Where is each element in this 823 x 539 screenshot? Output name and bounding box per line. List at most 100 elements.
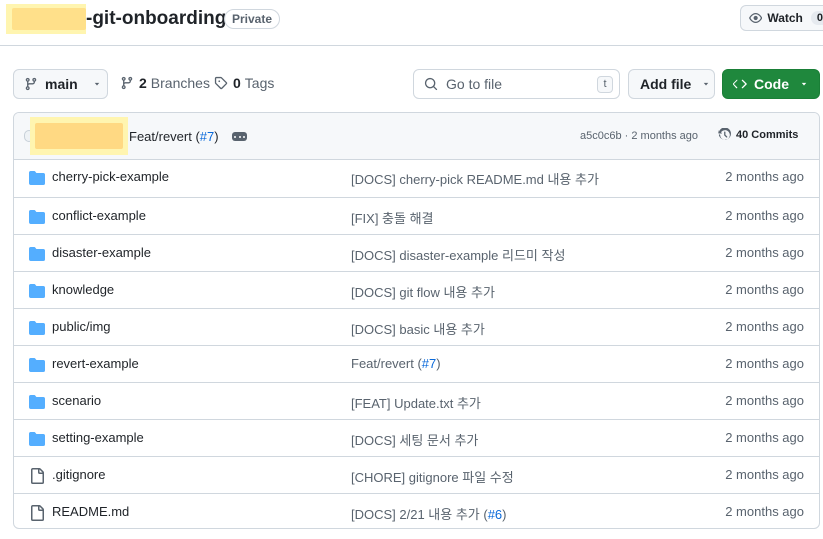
commit-message-text: [DOCS] 세팅 문서 추가 <box>351 433 479 448</box>
redacted-owner-name <box>6 4 86 34</box>
tags-label: Tags <box>244 75 275 91</box>
file-commit-date: 2 months ago <box>725 319 804 334</box>
file-icon <box>29 468 45 487</box>
file-commit-message[interactable]: [DOCS] disaster-example 리드미 작성 <box>351 245 565 264</box>
folder-icon <box>29 431 45 450</box>
file-commit-message[interactable]: [DOCS] git flow 내용 추가 <box>351 282 495 301</box>
file-commit-message[interactable]: [FIX] 충돌 해결 <box>351 208 434 227</box>
file-name-link[interactable]: setting-example <box>52 430 144 445</box>
table-row[interactable]: cherry-pick-example [DOCS] cherry-pick RE… <box>14 159 819 196</box>
file-name-link[interactable]: revert-example <box>52 356 139 371</box>
expand-commit-ellipsis-icon[interactable] <box>232 132 247 141</box>
table-row[interactable]: public/img [DOCS] basic 내용 추가 2 months ago <box>14 308 819 345</box>
redacted-author-name <box>30 117 128 155</box>
table-row[interactable]: revert-example Feat/revert (#7) 2 months a… <box>14 345 819 382</box>
file-commit-message[interactable]: [DOCS] basic 내용 추가 <box>351 319 485 338</box>
file-name-link[interactable]: conflict-example <box>52 208 146 223</box>
go-to-file-placeholder: Go to file <box>446 76 503 92</box>
table-row[interactable]: setting-example [DOCS] 세팅 문서 추가 2 months a… <box>14 419 819 456</box>
branches-label: Branches <box>150 75 210 91</box>
tag-icon <box>214 76 228 90</box>
commit-message-text: [DOCS] git flow 내용 추가 <box>351 285 495 300</box>
file-commit-message[interactable]: [DOCS] cherry-pick README.md 내용 추가 <box>351 169 599 188</box>
file-commit-message[interactable]: [DOCS] 세팅 문서 추가 <box>351 430 478 449</box>
latest-commit-bar: Feat/revert (#7) a5c0c6b · 2 months ago … <box>14 113 819 160</box>
folder-icon <box>29 170 45 189</box>
file-name-link[interactable]: .gitignore <box>52 467 105 482</box>
code-button[interactable]: Code <box>722 69 820 99</box>
watch-count: 0 <box>810 11 823 25</box>
file-name-link[interactable]: README.md <box>52 504 129 519</box>
go-to-file-input[interactable]: Go to file t <box>413 69 620 99</box>
file-commit-date: 2 months ago <box>725 208 804 223</box>
repo-header: -git-onboarding Private Watch 0 <box>0 0 823 46</box>
commit-message-text: [DOCS] basic 내용 추가 <box>351 322 485 337</box>
folder-icon <box>29 283 45 302</box>
commit-message-close: ) <box>214 129 219 144</box>
history-icon <box>718 128 731 140</box>
branch-select-button[interactable]: main <box>13 69 108 99</box>
file-table: Feat/revert (#7) a5c0c6b · 2 months ago … <box>13 112 820 529</box>
caret-down-icon <box>701 76 711 92</box>
commit-pr-link[interactable]: #7 <box>200 129 214 144</box>
file-name-link[interactable]: public/img <box>52 319 111 334</box>
branch-name: main <box>45 76 78 92</box>
caret-down-icon <box>799 76 809 92</box>
commits-count: 40 Commits <box>736 129 799 141</box>
file-commit-date: 2 months ago <box>725 245 804 260</box>
branches-count: 2 <box>139 75 147 91</box>
table-row[interactable]: knowledge [DOCS] git flow 내용 추가 2 months a… <box>14 271 819 308</box>
file-commit-date: 2 months ago <box>725 169 804 184</box>
file-commit-message[interactable]: [FEAT] Update.txt 추가 <box>351 393 481 412</box>
folder-icon <box>29 209 45 228</box>
file-name-link[interactable]: knowledge <box>52 282 114 297</box>
folder-icon <box>29 246 45 265</box>
commit-message-text: [DOCS] disaster-example 리드미 작성 <box>351 248 566 263</box>
file-commit-date: 2 months ago <box>725 430 804 445</box>
file-commit-date: 2 months ago <box>725 393 804 408</box>
redaction-mark <box>35 123 123 149</box>
file-commit-message[interactable]: Feat/revert (#7) <box>351 356 441 371</box>
file-name-link[interactable]: disaster-example <box>52 245 151 260</box>
code-icon <box>733 79 747 89</box>
file-commit-date: 2 months ago <box>725 356 804 371</box>
tags-count: 0 <box>233 75 241 91</box>
code-label: Code <box>754 76 789 92</box>
table-row[interactable]: scenario [FEAT] Update.txt 추가 2 months ago <box>14 382 819 419</box>
folder-icon <box>29 394 45 413</box>
commit-sha-and-time[interactable]: a5c0c6b · 2 months ago <box>580 130 698 142</box>
branches-link[interactable]: 2 Branches <box>120 75 210 91</box>
folder-icon <box>29 357 45 376</box>
table-row[interactable]: README.md [DOCS] 2/21 내용 추가 (#6) 2 months … <box>14 493 819 528</box>
file-name-link[interactable]: scenario <box>52 393 101 408</box>
file-commit-message[interactable]: [CHORE] gitignore 파일 수정 <box>351 467 514 486</box>
latest-commit-message[interactable]: Feat/revert (#7) <box>129 129 219 144</box>
add-file-button[interactable]: Add file <box>628 69 715 99</box>
commit-pr-link[interactable]: #6 <box>488 507 502 522</box>
caret-down-icon <box>92 76 102 92</box>
file-commit-date: 2 months ago <box>725 467 804 482</box>
git-branch-icon <box>121 76 133 90</box>
table-row[interactable]: disaster-example [DOCS] disaster-example … <box>14 234 819 271</box>
file-icon <box>29 505 45 524</box>
folder-icon <box>29 320 45 339</box>
file-name-link[interactable]: cherry-pick-example <box>52 169 169 184</box>
commit-pr-link[interactable]: #7 <box>422 356 436 371</box>
table-row[interactable]: .gitignore [CHORE] gitignore 파일 수정 2 month… <box>14 456 819 493</box>
watch-button[interactable]: Watch 0 <box>740 5 823 31</box>
repo-name[interactable]: -git-onboarding <box>86 8 226 30</box>
commit-message-close: ) <box>502 507 507 522</box>
commit-message-text: [FIX] 충돌 해결 <box>351 211 434 226</box>
commit-message-text: Feat/revert ( <box>129 129 200 144</box>
visibility-badge: Private <box>224 9 281 29</box>
tags-link[interactable]: 0 Tags <box>214 75 274 91</box>
commit-message-text: [DOCS] 2/21 내용 추가 ( <box>351 507 488 522</box>
git-branch-icon <box>25 77 37 91</box>
commit-message-text: [CHORE] gitignore 파일 수정 <box>351 470 514 485</box>
file-commit-date: 2 months ago <box>725 282 804 297</box>
file-commit-message[interactable]: [DOCS] 2/21 내용 추가 (#6) <box>351 504 507 523</box>
file-commit-date: 2 months ago <box>725 504 804 519</box>
redaction-mark <box>12 8 86 30</box>
commits-history-link[interactable]: 40 Commits <box>718 128 798 142</box>
table-row[interactable]: conflict-example [FIX] 충돌 해결 2 months ago <box>14 197 819 234</box>
